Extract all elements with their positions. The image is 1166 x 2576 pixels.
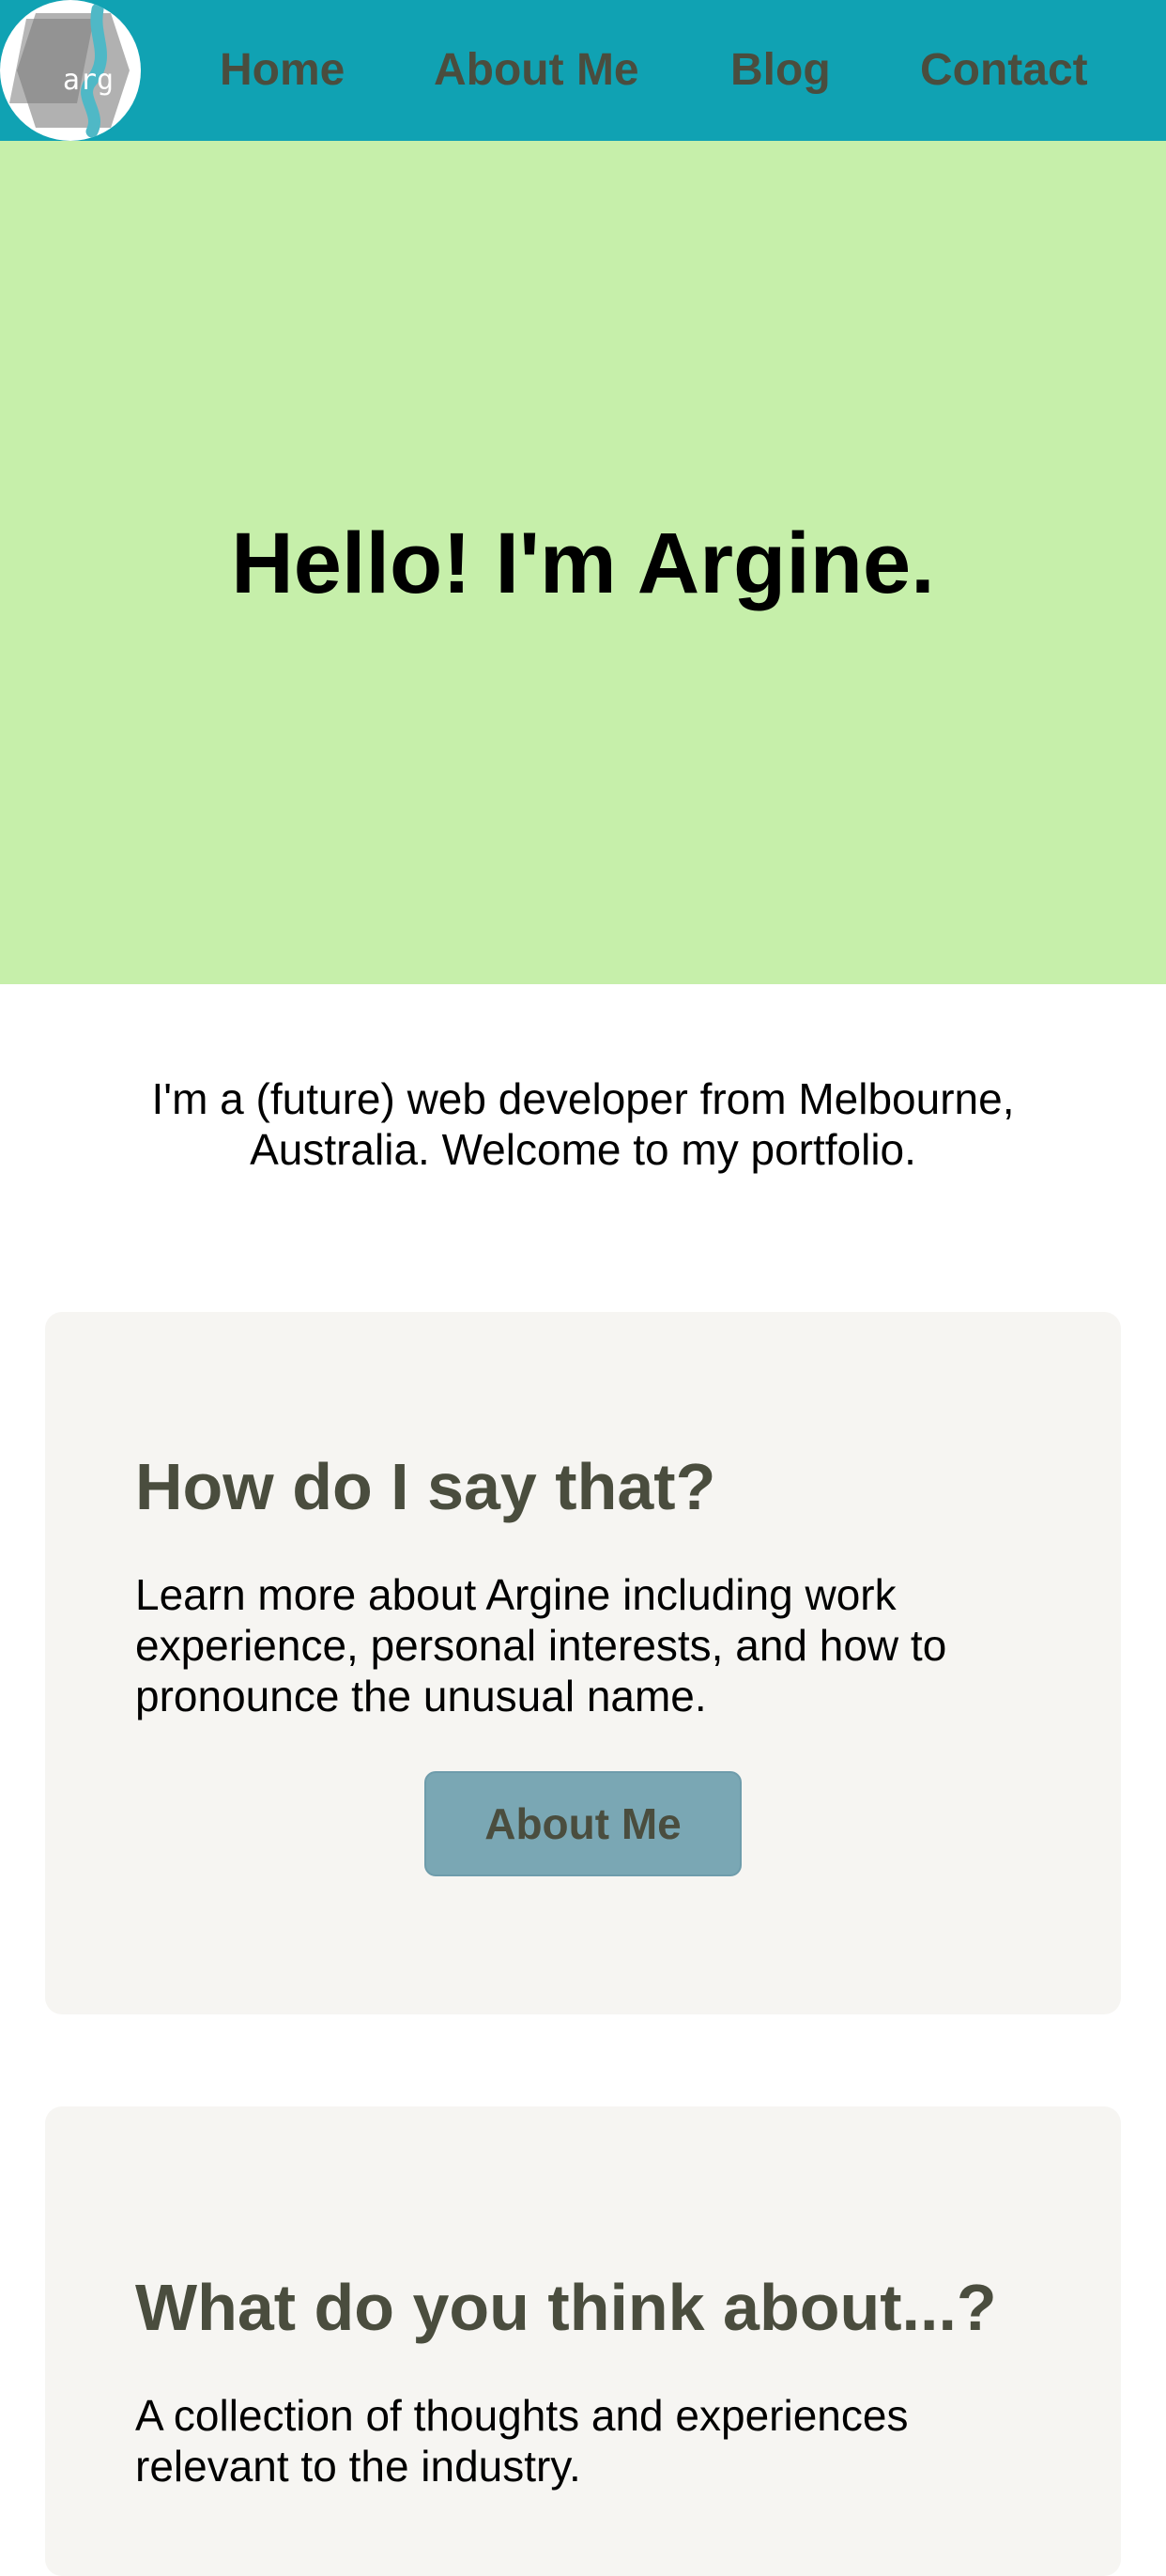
logo-link[interactable]: arg bbox=[0, 0, 141, 141]
navbar: arg Home About Me Blog Contact bbox=[0, 0, 1166, 141]
hero-title: Hello! I'm Argine. bbox=[231, 516, 935, 611]
logo-text: arg bbox=[63, 64, 114, 97]
blog-card-title: What do you think about...? bbox=[135, 2271, 997, 2344]
about-me-button[interactable]: About Me bbox=[424, 1771, 742, 1876]
blog-card-text: A collection of thoughts and experiences… bbox=[135, 2391, 909, 2491]
about-card-text: Learn more about Argine including work e… bbox=[135, 1570, 947, 1720]
nav-home[interactable]: Home bbox=[220, 0, 345, 141]
nav-contact[interactable]: Contact bbox=[920, 0, 1088, 141]
about-card: How do I say that? Learn more about Argi… bbox=[45, 1312, 1121, 2014]
blog-card: What do you think about...? A collection… bbox=[45, 2106, 1121, 2576]
about-card-title: How do I say that? bbox=[135, 1450, 716, 1523]
intro-text: I'm a (future) web developer from Melbou… bbox=[151, 1074, 1015, 1174]
nav-blog[interactable]: Blog bbox=[730, 0, 831, 141]
arg-logo-icon: arg bbox=[9, 3, 130, 138]
nav-about-me[interactable]: About Me bbox=[434, 0, 639, 141]
